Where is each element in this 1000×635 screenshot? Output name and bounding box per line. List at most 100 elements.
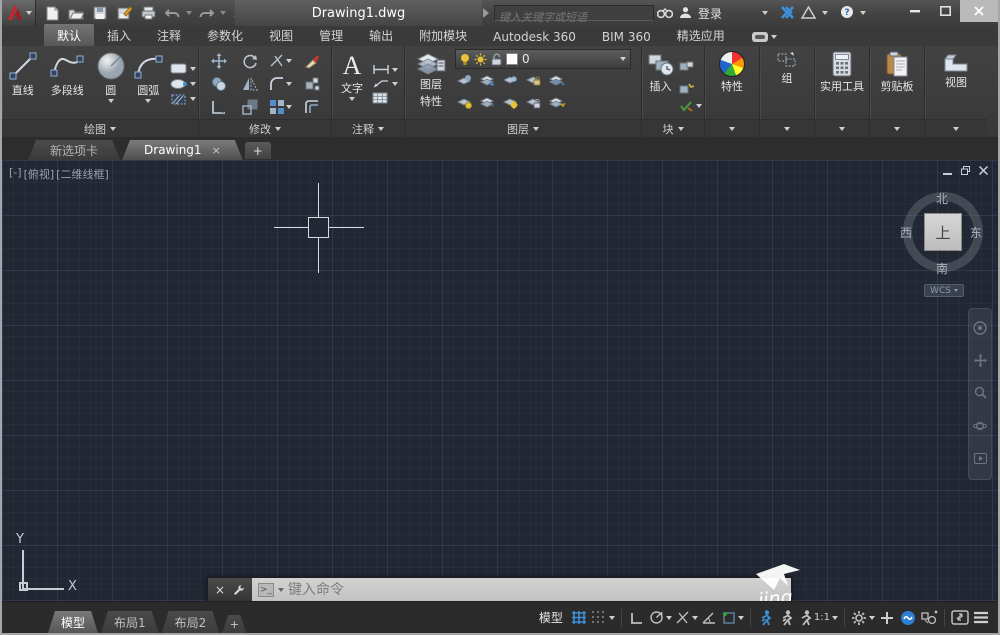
redo-dropdown-arrow[interactable] (220, 11, 226, 15)
tab-bim360[interactable]: BIM 360 (589, 27, 664, 46)
isolate-objects-toggle[interactable] (920, 607, 938, 629)
polar-tracking-toggle[interactable] (649, 607, 672, 629)
grid-display-toggle[interactable] (570, 607, 588, 629)
tab-featured-apps[interactable]: 精选应用 (664, 24, 738, 46)
ribbon-display-toggle[interactable] (752, 32, 777, 46)
layer-isolate-button[interactable] (480, 72, 495, 91)
scale-button[interactable] (234, 96, 265, 119)
save-as-icon[interactable] (114, 4, 134, 22)
undo-dropdown-arrow[interactable] (186, 11, 192, 15)
copy-button[interactable] (203, 73, 234, 96)
ortho-toggle[interactable] (628, 607, 646, 629)
properties-button[interactable]: 特性 (719, 49, 745, 119)
tab-annotate[interactable]: 注释 (144, 24, 194, 46)
snap-dropdown-arrow[interactable] (609, 616, 615, 620)
utilities-panel-expand-arrow[interactable] (839, 127, 845, 131)
workspace-switching-control[interactable] (851, 607, 875, 629)
nav-orbit-icon[interactable] (973, 417, 987, 436)
layer-make-current-button[interactable] (457, 94, 472, 113)
layer-freeze-button[interactable] (503, 72, 518, 91)
hatch-dropdown-arrow[interactable] (190, 97, 196, 101)
layout1-tab[interactable]: 布局1 (101, 611, 159, 633)
drawing-minimize-icon[interactable] (943, 167, 952, 175)
viewcube-east-label[interactable]: 东 (970, 224, 982, 241)
clean-screen-toggle[interactable] (951, 607, 969, 629)
layout2-tab[interactable]: 布局2 (162, 611, 220, 633)
application-menu-button[interactable] (2, 0, 36, 26)
drawing-canvas[interactable]: [-] [俯视] [二维线框] 北 南 西 东 上 WCS (2, 160, 998, 601)
polar-dropdown-arrow[interactable] (666, 616, 672, 620)
clipboard-panel-expand-arrow[interactable] (894, 127, 900, 131)
offset-button[interactable] (296, 96, 327, 119)
new-file-icon[interactable] (42, 4, 62, 22)
maximize-button[interactable] (930, 0, 960, 22)
layer-unisolate-button[interactable] (503, 94, 518, 113)
move-button[interactable] (203, 50, 234, 73)
save-icon[interactable] (90, 4, 110, 22)
group-panel-footer[interactable] (760, 119, 814, 137)
file-tab-close-icon[interactable]: × (212, 144, 221, 157)
file-tab-drawing1[interactable]: Drawing1 × (122, 140, 243, 160)
object-snap-tracking-toggle[interactable] (701, 607, 719, 629)
group-panel-expand-arrow[interactable] (784, 127, 790, 131)
tab-view[interactable]: 视图 (256, 24, 306, 46)
hatch-tool[interactable] (170, 93, 196, 106)
circle-button[interactable]: 圆 (93, 49, 129, 119)
text-button[interactable]: A 文字 (334, 49, 370, 119)
view-panel-expand-arrow[interactable] (953, 127, 959, 131)
clipboard-button[interactable]: 剪贴板 (881, 49, 914, 119)
a360-dropdown-arrow[interactable] (822, 11, 828, 15)
dimension-dropdown-arrow[interactable] (392, 68, 398, 72)
annotation-monitor-plus[interactable] (878, 607, 896, 629)
fillet-button[interactable] (265, 73, 296, 96)
modify-panel-footer[interactable]: 修改 (199, 119, 331, 137)
properties-panel-footer[interactable] (705, 119, 759, 137)
array-button[interactable] (265, 96, 296, 119)
file-tab-add-button[interactable]: + (245, 142, 271, 159)
command-close-icon[interactable]: × (215, 583, 225, 597)
circle-dropdown-arrow[interactable] (108, 99, 114, 103)
exchange-apps-icon[interactable] (780, 4, 795, 23)
insert-block-button[interactable]: 插入 (644, 49, 677, 119)
layer-state-button[interactable] (549, 94, 565, 113)
mirror-button[interactable] (234, 73, 265, 96)
annotate-panel-footer[interactable]: 注释 (332, 119, 404, 137)
leader-tool[interactable] (372, 78, 398, 89)
tab-output[interactable]: 输出 (356, 24, 406, 46)
ribbon-toggle-dropdown-arrow[interactable] (771, 35, 777, 39)
viewport-menu-control[interactable]: [-] (9, 166, 22, 182)
layer-match-button[interactable] (549, 72, 565, 91)
viewcube-west-label[interactable]: 西 (900, 224, 912, 241)
nav-wheel-icon[interactable] (973, 320, 987, 339)
open-file-icon[interactable] (66, 4, 86, 22)
navigation-bar[interactable] (968, 308, 992, 480)
plot-icon[interactable] (138, 4, 158, 22)
model-tab[interactable]: 模型 (48, 611, 98, 633)
utilities-button[interactable]: 实用工具 (820, 49, 864, 119)
dimension-tool[interactable] (372, 64, 398, 75)
search-input[interactable] (495, 11, 653, 25)
viewport-visual-style-control[interactable]: [二维线框] (56, 166, 109, 182)
workspace-dropdown-arrow[interactable] (869, 616, 875, 620)
block-panel-footer[interactable]: 块 (642, 119, 704, 137)
block-edit-tool[interactable] (679, 57, 702, 76)
object-snap-toggle[interactable] (722, 607, 744, 629)
command-recent-dropdown-arrow[interactable] (278, 588, 284, 592)
rectangle-tool[interactable] (170, 63, 196, 75)
tab-insert[interactable]: 插入 (94, 24, 144, 46)
explode-button[interactable] (296, 73, 327, 96)
customization-menu-button[interactable] (972, 607, 990, 629)
command-customize-wrench-icon[interactable] (233, 584, 245, 596)
text-dropdown-arrow[interactable] (349, 97, 355, 101)
drawing-restore-icon[interactable] (961, 166, 970, 175)
model-space-label[interactable]: 模型 (539, 609, 563, 626)
osnap-dropdown-arrow[interactable] (738, 616, 744, 620)
erase-button[interactable] (296, 50, 327, 73)
nav-zoom-icon[interactable] (974, 384, 987, 403)
group-button[interactable]: 组 (776, 49, 798, 119)
isodraft-dropdown-arrow[interactable] (692, 616, 698, 620)
fillet-dropdown-arrow[interactable] (286, 82, 292, 86)
layer-lock-button[interactable] (526, 72, 541, 91)
annotation-scale-value[interactable]: 1:1 (814, 612, 830, 623)
viewport-view-control[interactable]: [俯视] (24, 166, 55, 182)
